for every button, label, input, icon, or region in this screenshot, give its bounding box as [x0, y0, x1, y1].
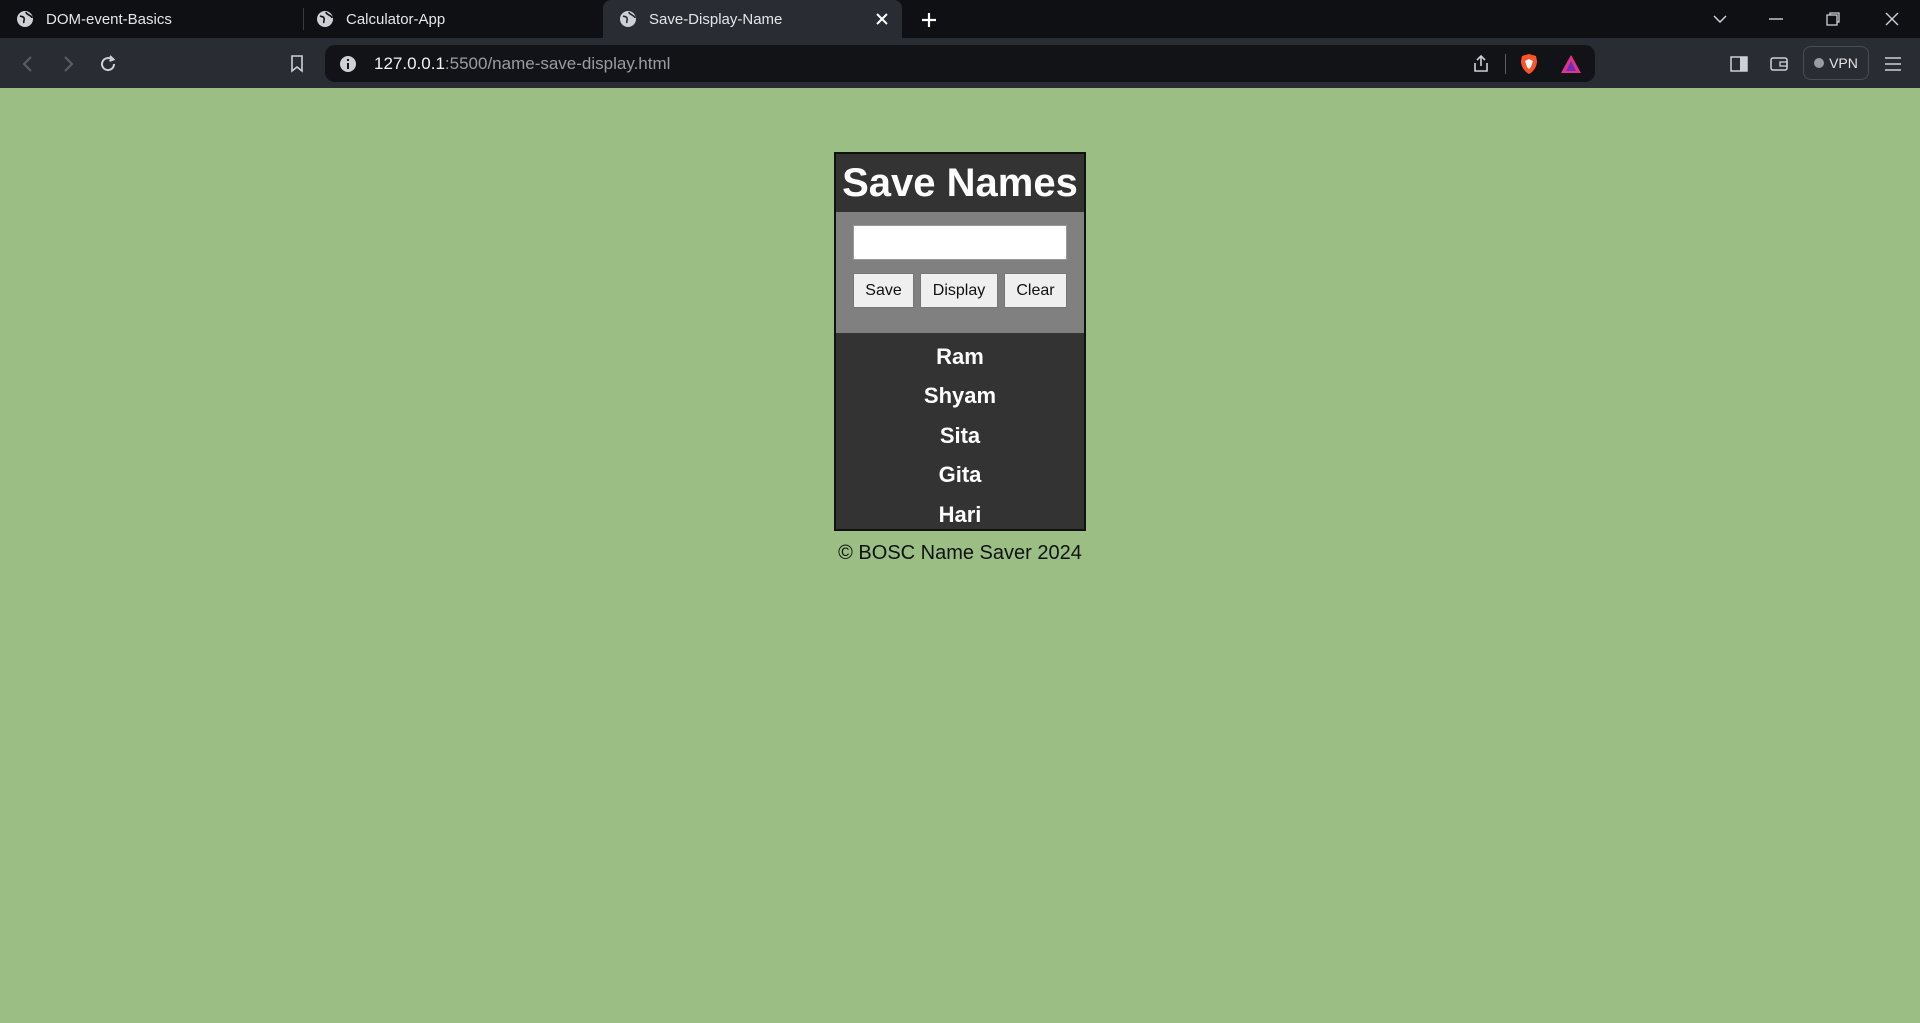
- tab-label: Save-Display-Name: [649, 10, 783, 28]
- tab-dom-event-basics[interactable]: DOM-event-Basics: [0, 0, 300, 38]
- new-tab-plus-icon[interactable]: [916, 7, 942, 33]
- tab-calculator-app[interactable]: Calculator-App: [300, 0, 600, 38]
- tab-label: DOM-event-Basics: [46, 10, 172, 28]
- brave-shields-icon[interactable]: [1518, 53, 1540, 75]
- brave-rewards-icon[interactable]: [1560, 53, 1582, 75]
- list-item: Gita: [938, 462, 982, 488]
- tab-label: Calculator-App: [346, 10, 446, 28]
- url-path: :5500/name-save-display.html: [444, 54, 671, 73]
- address-bar[interactable]: 127.0.0.1:5500/name-save-display.html: [325, 45, 1595, 82]
- tab-list-chevron-icon[interactable]: [1692, 0, 1748, 38]
- tab-strip: DOM-event-Basics Calculator-App Save-Dis…: [0, 0, 1920, 38]
- menu-hamburger-icon[interactable]: [1879, 50, 1907, 78]
- list-item: Hari: [938, 501, 982, 527]
- clear-button[interactable]: Clear: [1004, 273, 1067, 308]
- vpn-status-icon: [1814, 58, 1825, 68]
- page-title: Save Names: [842, 160, 1078, 205]
- forward-arrow-icon[interactable]: [54, 50, 82, 78]
- share-icon[interactable]: [1470, 53, 1492, 75]
- reload-icon[interactable]: [94, 50, 122, 78]
- minimize-icon[interactable]: [1748, 0, 1804, 38]
- globe-icon: [317, 11, 333, 27]
- wallet-icon[interactable]: [1765, 50, 1793, 78]
- close-window-icon[interactable]: [1864, 0, 1920, 38]
- sidebar-toggle-icon[interactable]: [1725, 50, 1753, 78]
- browser-toolbar: 127.0.0.1:5500/name-save-display.html VP…: [0, 38, 1920, 88]
- globe-icon: [17, 11, 33, 27]
- site-info-icon[interactable]: [337, 53, 359, 75]
- list-item: Ram: [936, 343, 984, 369]
- tab-save-display-name[interactable]: Save-Display-Name: [603, 0, 902, 38]
- vpn-button[interactable]: VPN: [1803, 46, 1869, 80]
- name-input[interactable]: [853, 225, 1067, 260]
- list-item: Sita: [939, 422, 981, 448]
- urlbar-divider: [1505, 54, 1506, 74]
- name-form: Save Display Clear: [836, 212, 1084, 333]
- back-arrow-icon[interactable]: [14, 50, 42, 78]
- bookmark-icon[interactable]: [283, 50, 311, 78]
- close-tab-icon[interactable]: [872, 9, 892, 29]
- names-list: Ram Shyam Sita Gita Hari: [836, 333, 1084, 535]
- save-button[interactable]: Save: [853, 273, 914, 308]
- url-host: 127.0.0.1: [374, 54, 445, 73]
- footer-text: © BOSC Name Saver 2024: [838, 542, 1082, 564]
- restore-icon[interactable]: [1805, 0, 1861, 38]
- vpn-label: VPN: [1829, 55, 1858, 71]
- name-saver-card: Save Names Save Display Clear Ram Shyam …: [834, 152, 1086, 531]
- display-button[interactable]: Display: [920, 273, 998, 308]
- globe-icon: [620, 11, 636, 27]
- url-text: 127.0.0.1:5500/name-save-display.html: [374, 54, 670, 74]
- list-item: Shyam: [923, 383, 997, 409]
